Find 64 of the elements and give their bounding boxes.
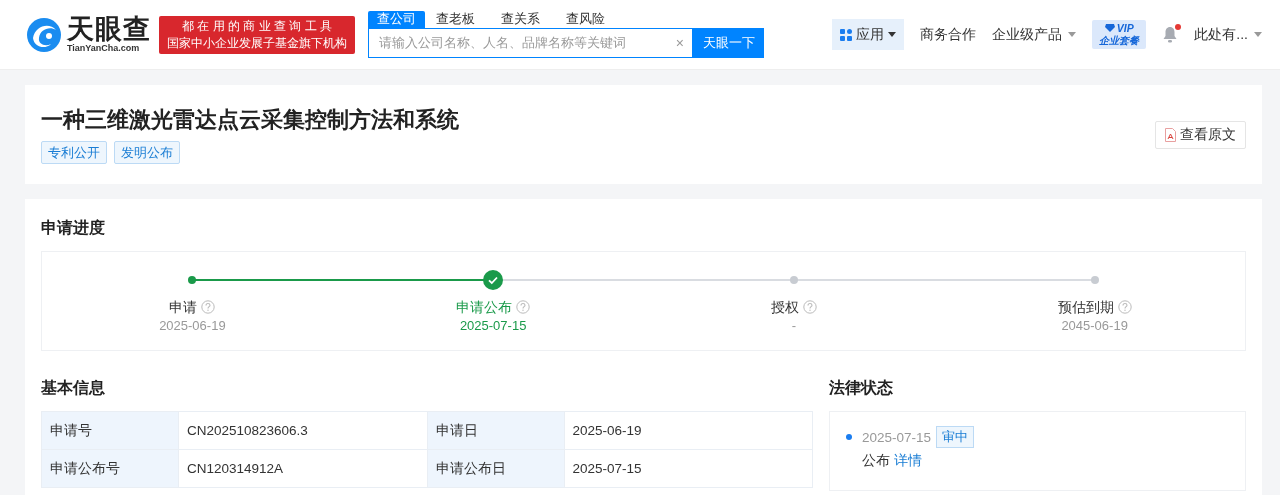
button-label: 查看原文 <box>1180 126 1236 144</box>
help-icon <box>1117 300 1132 314</box>
event-name: 公布 <box>862 452 890 470</box>
view-original-button[interactable]: 查看原文 <box>1155 121 1246 149</box>
step-date: - <box>791 317 797 334</box>
details-link[interactable]: 详情 <box>894 452 922 470</box>
field-value: 2025-06-19 <box>564 411 813 450</box>
help-icon <box>802 300 817 314</box>
grid-icon <box>840 28 853 41</box>
timeline-dot <box>846 434 852 440</box>
step-label: 申请 <box>169 298 198 317</box>
help-icon <box>201 300 216 314</box>
pdf-icon <box>1165 128 1176 142</box>
caret-icon <box>1068 32 1077 37</box>
step-dot <box>789 276 798 284</box>
status-tag: 发明公布 <box>114 141 180 164</box>
slogan-text: 国家中小企业发展子基金旗下机构 <box>167 34 347 52</box>
step-dot <box>1090 276 1099 284</box>
search-tab[interactable]: 查公司 <box>368 11 425 28</box>
nav-dropdown[interactable]: 企业级产品 <box>992 25 1077 44</box>
search-tab[interactable]: 查关系 <box>492 11 549 28</box>
patent-title: 一种三维激光雷达点云采集控制方法和系统 <box>41 106 459 134</box>
apps-menu[interactable]: 应用 <box>832 19 905 50</box>
dropdown-label: 此处有... <box>1194 25 1248 44</box>
step-date: 2025-07-15 <box>459 317 527 334</box>
status-tag: 专利公开 <box>41 141 107 164</box>
brand-name: 天眼查 <box>67 15 151 43</box>
nav-link[interactable]: 商务合作 <box>920 25 977 44</box>
logo-icon <box>25 15 63 54</box>
caret-icon <box>888 32 897 37</box>
section-heading: 基本信息 <box>41 378 106 398</box>
diamond-icon <box>1104 24 1115 32</box>
vip-sublabel: 企业套餐 <box>1099 34 1140 47</box>
field-label: 申请号 <box>41 411 179 450</box>
step-date: 2045-06-19 <box>1061 317 1128 334</box>
brand-domain: TianYanCha.com <box>67 43 140 54</box>
field-value: CN120314912A <box>178 449 427 488</box>
caret-icon <box>1254 32 1262 37</box>
field-value: CN202510823606.3 <box>178 411 427 450</box>
search-tab[interactable]: 查老板 <box>427 11 484 28</box>
step-dot <box>188 276 197 284</box>
field-label: 申请公布号 <box>41 449 179 488</box>
search-button[interactable]: 天眼一下 <box>693 28 764 58</box>
status-tag: 审中 <box>936 426 975 448</box>
check-icon <box>483 270 504 290</box>
field-label: 申请公布日 <box>427 449 564 488</box>
section-heading: 法律状态 <box>829 378 894 398</box>
step-label: 预估到期 <box>1057 298 1114 317</box>
dropdown-label: 企业级产品 <box>992 25 1063 44</box>
field-value: 2025-07-15 <box>564 449 813 488</box>
nav-dropdown[interactable]: 此处有... <box>1194 25 1262 44</box>
help-icon <box>516 300 531 314</box>
step-label: 申请公布 <box>456 298 513 317</box>
bell-icon[interactable] <box>1162 26 1179 43</box>
field-label: 申请日 <box>427 411 564 450</box>
vip-badge[interactable]: VIP 企业套餐 <box>1092 20 1147 49</box>
apps-label: 应用 <box>856 25 885 44</box>
search-tab[interactable]: 查风险 <box>557 11 614 28</box>
vip-label: VIP <box>1116 22 1134 34</box>
step-label: 授权 <box>770 298 799 317</box>
slogan-text: 都 在 用 的 商 业 查 询 工 具 <box>182 17 332 35</box>
step-date: 2025-06-19 <box>159 317 226 334</box>
section-heading: 申请进度 <box>41 218 106 238</box>
event-date: 2025-07-15 <box>862 429 932 445</box>
